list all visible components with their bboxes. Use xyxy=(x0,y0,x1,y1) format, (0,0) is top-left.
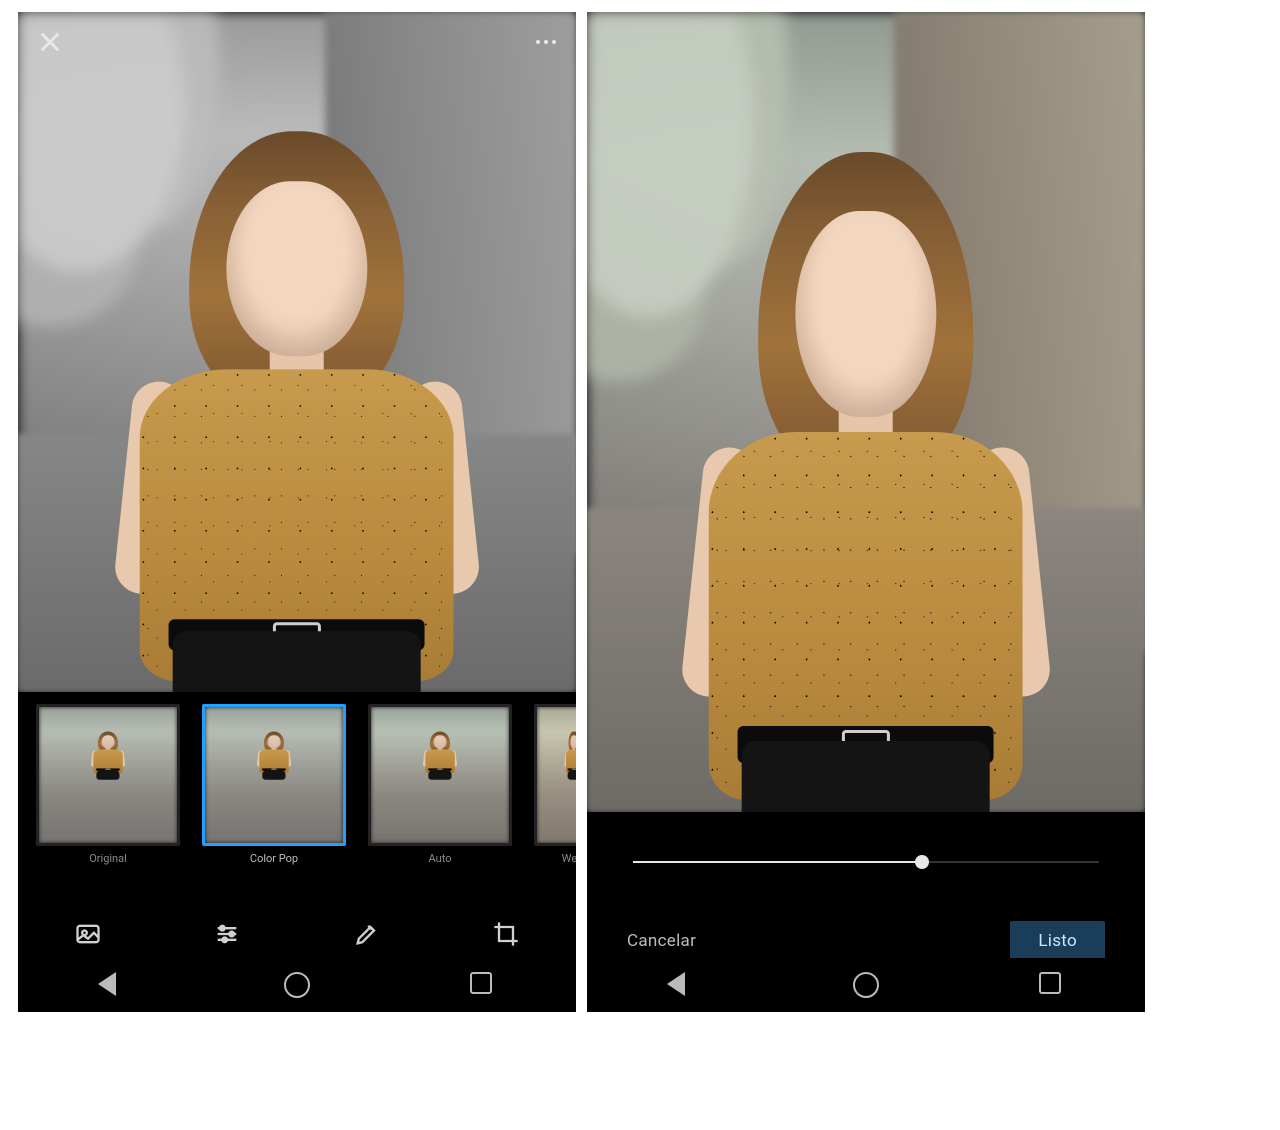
nav-home-icon[interactable] xyxy=(853,972,879,998)
subject-right xyxy=(660,108,1073,812)
mode-markup-icon[interactable] xyxy=(350,917,384,951)
close-icon[interactable] xyxy=(36,28,64,56)
preview-right xyxy=(587,12,1145,812)
comparison-stage: Original Color Pop Auto West xyxy=(0,0,1280,1130)
phone-left: Original Color Pop Auto West xyxy=(18,12,576,1012)
editor-topbar xyxy=(18,12,576,72)
filter-strip[interactable]: Original Color Pop Auto West xyxy=(18,696,576,898)
filter-label: Color Pop xyxy=(202,852,346,874)
nav-back-icon[interactable] xyxy=(98,972,124,998)
slider-fill xyxy=(633,861,922,863)
overflow-icon[interactable] xyxy=(534,30,558,54)
filter-thumb-original[interactable]: Original xyxy=(36,704,180,874)
nav-recents-icon[interactable] xyxy=(1039,972,1065,998)
face xyxy=(227,181,367,356)
pants xyxy=(742,741,990,812)
panel-divider xyxy=(577,12,585,1012)
android-navbar xyxy=(587,958,1145,1012)
filter-label: Original xyxy=(36,852,180,874)
mode-filters-icon[interactable] xyxy=(71,917,105,951)
nav-back-icon[interactable] xyxy=(667,972,693,998)
nav-recents-icon[interactable] xyxy=(470,972,496,998)
filter-thumb-auto[interactable]: Auto xyxy=(368,704,512,874)
mode-crop-icon[interactable] xyxy=(489,917,523,951)
filter-label: West xyxy=(534,852,576,874)
filter-thumb-color-pop[interactable]: Color Pop xyxy=(202,704,346,874)
slider-knob[interactable] xyxy=(915,855,929,869)
intensity-slider[interactable] xyxy=(633,861,1099,863)
intensity-slider-zone xyxy=(587,832,1145,892)
filter-label: Auto xyxy=(368,852,512,874)
done-button[interactable]: Listo xyxy=(1010,921,1105,961)
face xyxy=(796,211,936,417)
phone-right: Cancelar Listo xyxy=(587,12,1145,1012)
cancel-button[interactable]: Cancelar xyxy=(627,931,696,951)
filter-thumb-west[interactable]: West xyxy=(534,704,576,874)
preview-left xyxy=(18,12,576,692)
pants xyxy=(173,632,421,692)
mode-adjust-icon[interactable] xyxy=(210,917,244,951)
android-navbar xyxy=(18,958,576,1012)
subject-left xyxy=(91,94,504,692)
nav-home-icon[interactable] xyxy=(284,972,310,998)
